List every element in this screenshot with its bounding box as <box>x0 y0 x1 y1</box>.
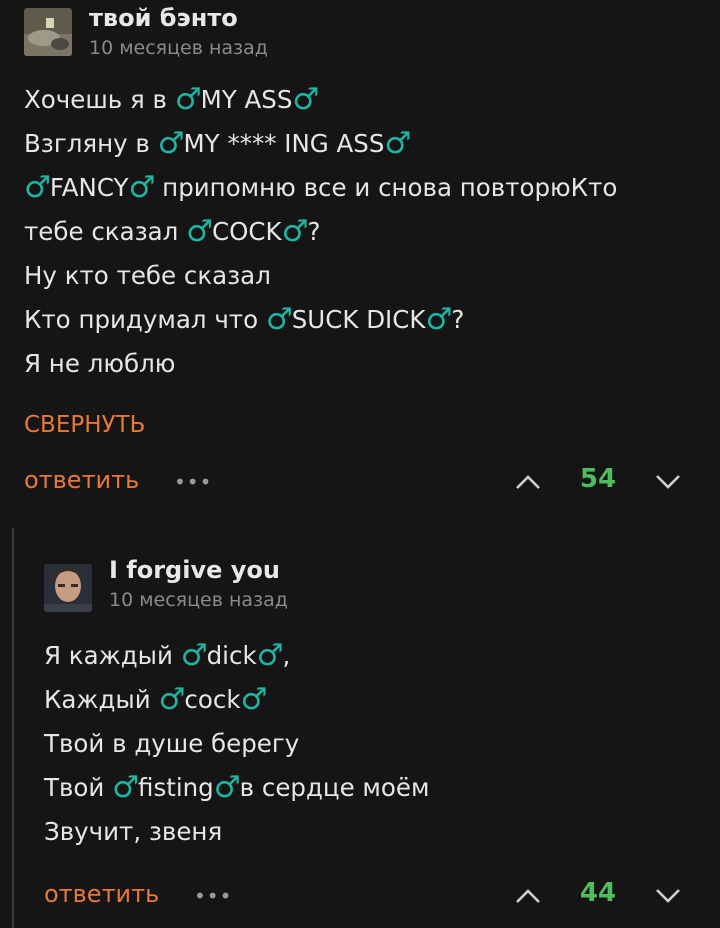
reply-button[interactable]: ответить <box>44 880 159 908</box>
comment-line: Твой ♂fisting♂в сердце моём <box>44 770 430 805</box>
male-symbol-icon: ♂ <box>157 126 185 161</box>
collapse-button[interactable]: СВЕРНУТЬ <box>24 412 145 438</box>
comment-actions: ответить ••• 54 <box>0 462 720 502</box>
male-symbol-icon: ♂ <box>292 82 319 117</box>
comment-line: Хочешь я в ♂MY ASS♂ <box>24 82 319 117</box>
timestamp: 10 месяцев назад <box>89 37 268 59</box>
vote-score: 54 <box>579 464 617 494</box>
comment-line: Ну кто тебе сказал <box>24 261 271 290</box>
author-name[interactable]: I forgive you <box>109 556 288 584</box>
male-symbol-icon: ♂ <box>213 770 241 805</box>
chevron-up-icon[interactable] <box>514 472 542 492</box>
male-symbol-icon: ♂ <box>265 302 293 337</box>
comment-line: Я не люблю <box>24 349 176 378</box>
chevron-up-icon[interactable] <box>514 886 542 906</box>
comment-line: Я каждый ♂dick♂, <box>44 638 291 673</box>
comment-line: Взгляну в ♂MY **** ING ASS♂ <box>24 126 411 161</box>
comment-header: твой бэнто 10 месяцев назад <box>24 4 268 60</box>
reply-button[interactable]: ответить <box>24 466 139 494</box>
thread-line <box>12 528 14 928</box>
more-dots-icon[interactable]: ••• <box>174 470 212 494</box>
male-symbol-icon: ♂ <box>158 682 185 717</box>
male-symbol-icon: ♂ <box>24 170 51 205</box>
avatar[interactable] <box>24 8 72 56</box>
comment-line: Каждый ♂cock♂ <box>44 682 268 717</box>
vote-score: 44 <box>579 878 617 908</box>
comment-text: Я каждый ♂dick♂, Каждый ♂cock♂ Твой в ду… <box>44 634 429 854</box>
male-symbol-icon: ♂ <box>240 682 268 717</box>
comment-line: Звучит, звеня <box>44 817 223 846</box>
male-symbol-icon: ♂ <box>425 302 452 337</box>
comment-text: Хочешь я в ♂MY ASS♂ Взгляну в ♂MY **** I… <box>24 78 617 386</box>
male-symbol-icon: ♂ <box>112 770 139 805</box>
avatar[interactable] <box>44 564 92 612</box>
male-symbol-icon: ♂ <box>180 638 208 673</box>
male-symbol-icon: ♂ <box>384 126 411 161</box>
author-name[interactable]: твой бэнто <box>89 4 268 32</box>
timestamp: 10 месяцев назад <box>109 589 288 611</box>
male-symbol-icon: ♂ <box>128 170 155 205</box>
male-symbol-icon: ♂ <box>281 214 309 249</box>
comment-actions: ответить ••• 44 <box>0 876 720 916</box>
male-symbol-icon: ♂ <box>174 82 202 117</box>
comment-line: тебе сказал ♂COCK♂? <box>24 214 321 249</box>
male-symbol-icon: ♂ <box>186 214 213 249</box>
chevron-down-icon[interactable] <box>654 886 682 906</box>
comment-line: ♂FANCY♂ припомню все и снова повторюКто <box>24 170 618 205</box>
male-symbol-icon: ♂ <box>256 638 284 673</box>
comment-header: I forgive you 10 месяцев назад <box>44 556 288 612</box>
comment-line: Твой в душе берегу <box>44 729 300 758</box>
comment-line: Кто придумал что ♂SUCK DICK♂? <box>24 302 465 337</box>
chevron-down-icon[interactable] <box>654 472 682 492</box>
more-dots-icon[interactable]: ••• <box>194 884 232 908</box>
